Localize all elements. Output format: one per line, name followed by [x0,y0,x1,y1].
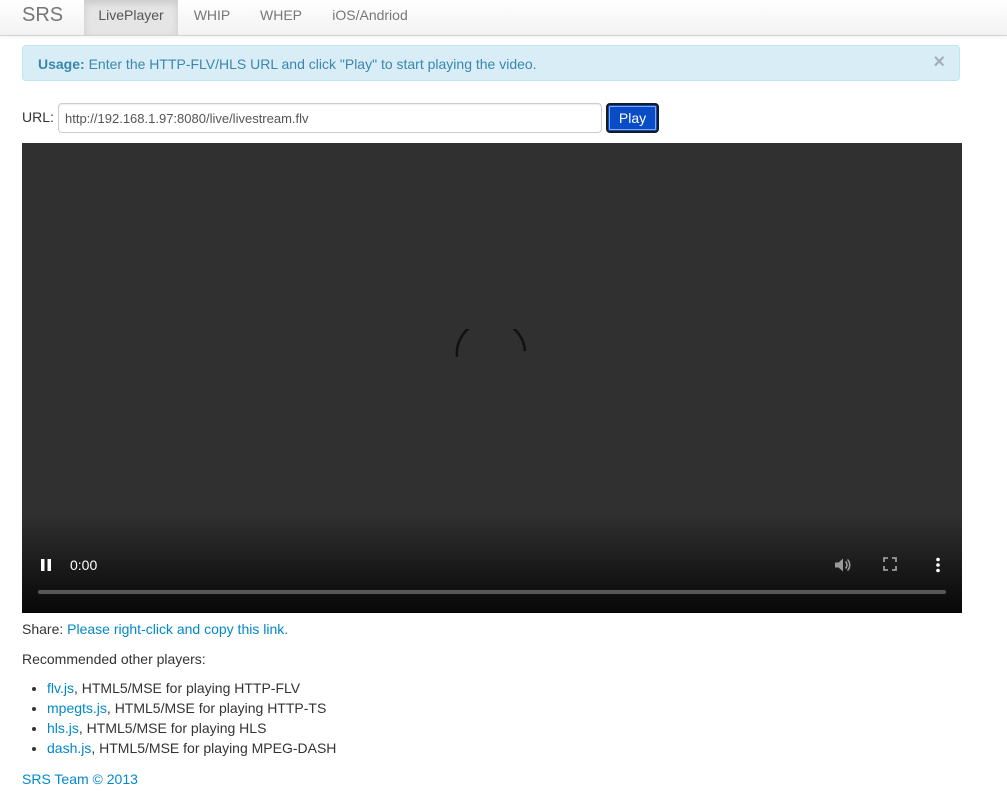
usage-label: Usage: [38,56,85,72]
list-item: flv.js, HTML5/MSE for playing HTTP-FLV [47,681,336,701]
recommended-title: Recommended other players: [22,651,206,667]
nav-tab-whep[interactable]: WHEP [248,0,314,35]
flv-js-link[interactable]: flv.js [47,680,74,696]
url-label: URL: [22,109,54,125]
list-item: dash.js, HTML5/MSE for playing MPEG-DASH [47,741,336,761]
brand[interactable]: SRS [22,5,63,25]
share-label: Share: [22,621,64,637]
nav-tab-whip[interactable]: WHIP [180,0,244,35]
loading-spinner-icon [455,329,527,358]
controls-gradient [22,513,962,613]
player-desc: , HTML5/MSE for playing HTTP-FLV [73,680,301,696]
copyright: SRS Team © 2013 [22,771,138,787]
player-desc: , HTML5/MSE for playing HLS [78,720,267,736]
video-player[interactable]: 0:00 [22,143,962,613]
player-desc: , HTML5/MSE for playing HTTP-TS [106,700,327,716]
mpegts-js-link[interactable]: mpegts.js [47,700,107,716]
usage-message: Enter the HTTP-FLV/HLS URL and click "Pl… [84,56,537,72]
play-button[interactable]: Play [606,103,659,133]
close-icon[interactable]: × [933,52,945,72]
player-desc: , HTML5/MSE for playing MPEG-DASH [91,740,337,756]
dash-js-link[interactable]: dash.js [47,740,91,756]
hls-js-link[interactable]: hls.js [47,720,79,736]
volume-icon[interactable] [833,556,851,574]
share-link[interactable]: Please right-click and copy this link. [67,621,288,637]
progress-bar[interactable] [38,590,946,594]
current-time: 0:00 [70,557,98,573]
url-input[interactable] [58,103,602,133]
players-list: flv.js, HTML5/MSE for playing HTTP-FLV m… [22,681,336,761]
navbar: SRS LivePlayer WHIP WHEP iOS/Andriod [0,0,1007,36]
usage-text: Usage: Enter the HTTP-FLV/HLS URL and cl… [38,56,537,72]
list-item: hls.js, HTML5/MSE for playing HLS [47,721,336,741]
nav-tab-liveplayer[interactable]: LivePlayer [84,0,178,35]
list-item: mpegts.js, HTML5/MSE for playing HTTP-TS [47,701,336,721]
usage-alert: Usage: Enter the HTTP-FLV/HLS URL and cl… [22,45,960,81]
share-row: Share: Please right-click and copy this … [22,621,288,637]
more-options-icon[interactable] [934,557,942,573]
pause-icon[interactable] [40,558,52,572]
fullscreen-icon[interactable] [883,557,897,571]
nav-tab-ios-android[interactable]: iOS/Andriod [322,0,418,35]
